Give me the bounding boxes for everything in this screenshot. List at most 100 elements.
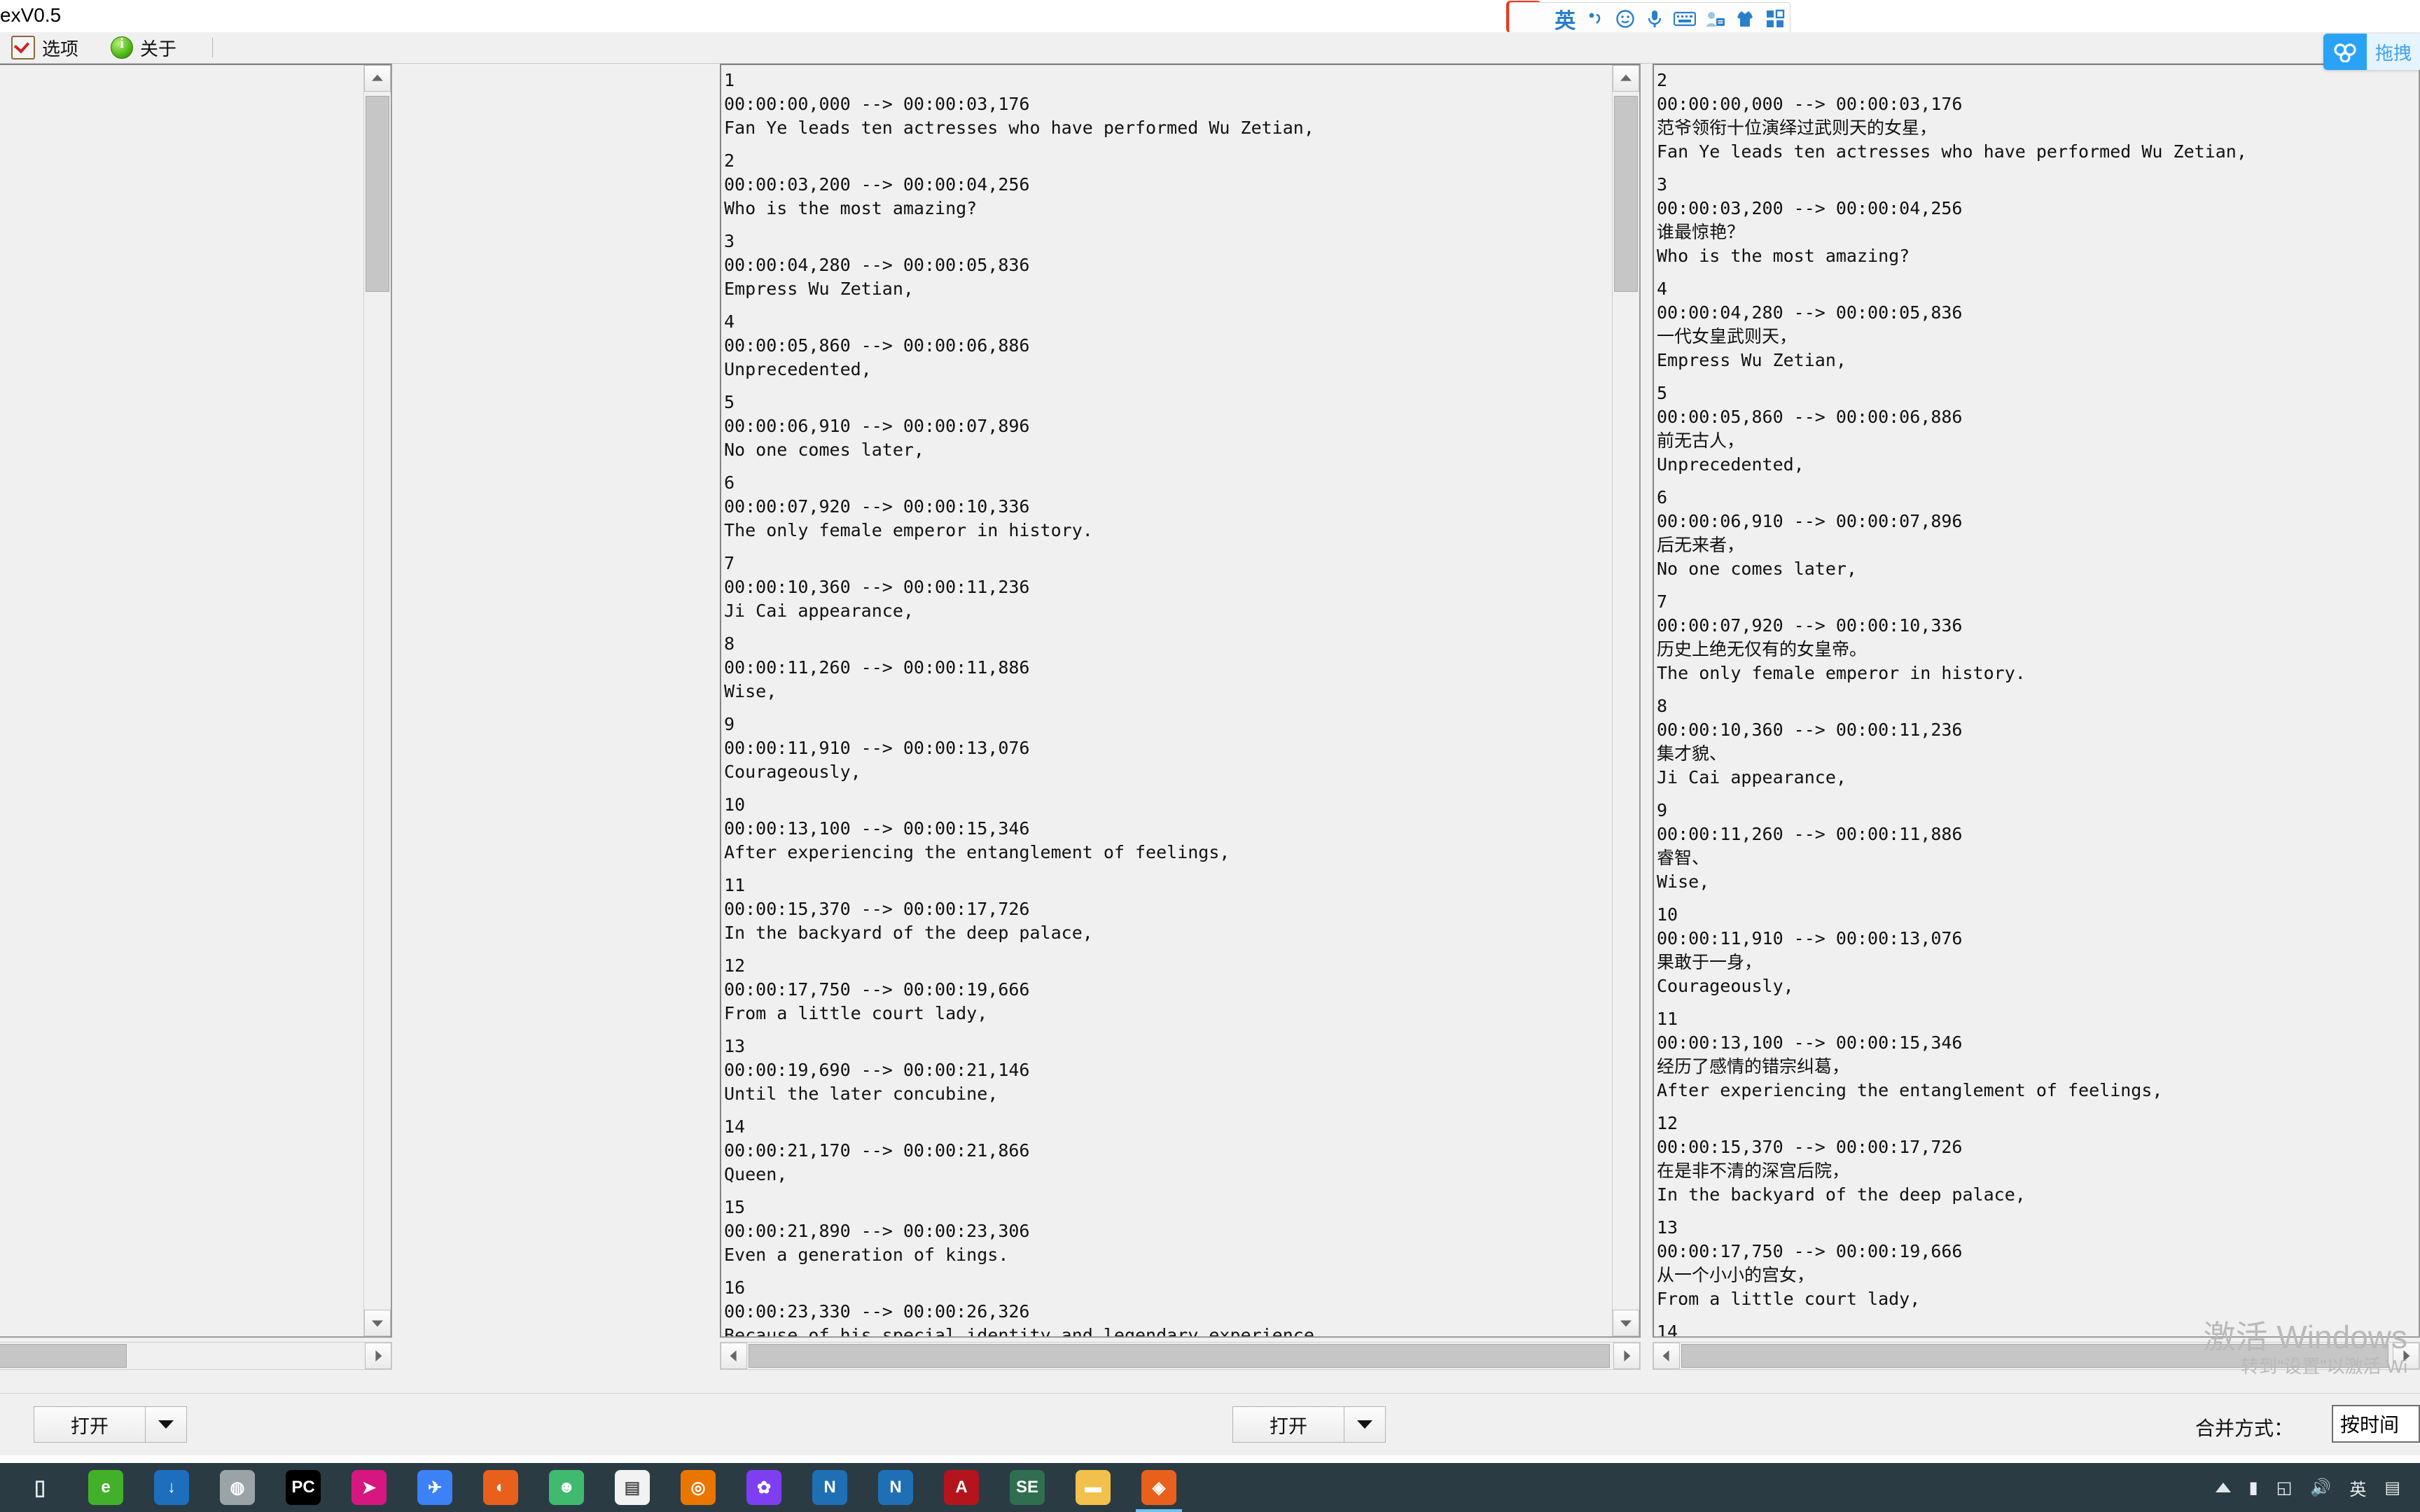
windows-taskbar: ▯ e ↓ ◍ PC ➤ ✈ ◐ ☻ ▤ ◎ ✿ N N A SE ▬ ◈ ▮ ◱ 🔊 英 ▤ xyxy=(0,1463,2420,1512)
left-vertical-scrollbar[interactable] xyxy=(363,65,391,1336)
english-subtitle-text[interactable]: 1 00:00:00,000 --> 00:00:03,176 Fan Ye lea… xyxy=(720,64,1641,1338)
apps-grid-icon[interactable] xyxy=(1760,3,1790,35)
subtitle-timecode: 00:00:21,170 --> 00:00:21,866 xyxy=(724,1140,1030,1161)
subtitle-line: 4, 256 xyxy=(0,163,391,187)
taskbar-item-blender[interactable]: ◎ xyxy=(665,1463,731,1512)
subtitle-line xyxy=(0,1258,391,1282)
open-left-dropdown-arrow[interactable] xyxy=(146,1406,187,1443)
subtitle-text-chinese: 谁最惊艳？ xyxy=(1657,222,1745,242)
scroll-down-button[interactable] xyxy=(1613,1310,1639,1336)
taskbar-item-photoshop-like-app[interactable]: ◍ xyxy=(204,1463,270,1512)
subtitle-block: 2 00:00:00,000 --> 00:00:03,176 范爷领衔十位演绎过武… xyxy=(1657,68,2419,163)
user-card-icon[interactable] xyxy=(1700,3,1730,35)
taskbar-item-cursor-app[interactable]: ➤ xyxy=(336,1463,402,1512)
subtitle-line xyxy=(0,1329,391,1336)
scroll-thumb[interactable] xyxy=(0,1344,127,1368)
scroll-left-button[interactable] xyxy=(1653,1343,1680,1369)
subtitle-timecode: 00:00:13,100 --> 00:00:15,346 xyxy=(724,818,1030,839)
taskbar-item-pycharm[interactable]: PC xyxy=(270,1463,336,1512)
scroll-right-button[interactable] xyxy=(2393,1343,2419,1369)
volume-icon[interactable]: 🔊 xyxy=(2310,1478,2331,1498)
taskbar-item-edge-browser[interactable]: e xyxy=(73,1463,139,1512)
scroll-thumb[interactable] xyxy=(749,1344,1610,1368)
menu-item-options-label: 选项 xyxy=(42,38,79,59)
taskbar-item-notepad[interactable]: ▤ xyxy=(599,1463,665,1512)
right-horizontal-scrollbar[interactable] xyxy=(1653,1342,2420,1370)
taskbar-item-task-view[interactable]: ▯ xyxy=(7,1463,73,1512)
subtitle-index: 3 xyxy=(1657,174,1668,195)
open-center-dropdown-arrow[interactable] xyxy=(1344,1406,1386,1443)
netdisk-drag-widget[interactable]: 拖拽 xyxy=(2323,34,2420,70)
tray-language-indicator[interactable]: 英 xyxy=(2349,1476,2366,1500)
tray-chevron-icon[interactable] xyxy=(2215,1483,2231,1492)
taskbar-item-thunderbird[interactable]: ✈ xyxy=(402,1463,468,1512)
open-center-button-group[interactable]: 打开 xyxy=(1232,1406,1386,1443)
subtitle-block: 3 00:00:03,200 --> 00:00:04,256 谁最惊艳？ Who i… xyxy=(1657,172,2419,267)
taskbar-item-navicat[interactable]: N xyxy=(797,1463,863,1512)
subtitle-timecode: 00:00:23,330 --> 00:00:26,326 xyxy=(724,1301,1030,1322)
merged-subtitle-text[interactable]: 2 00:00:00,000 --> 00:00:03,176 范爷领衔十位演绎过武… xyxy=(1653,64,2420,1338)
taskbar-item-firefox[interactable]: ◐ xyxy=(468,1463,534,1512)
notification-icon[interactable]: ▤ xyxy=(2384,1478,2400,1498)
scroll-thumb[interactable] xyxy=(1614,96,1638,292)
english-subtitle-pane[interactable]: 1 00:00:00,000 --> 00:00:03,176 Fan Ye lea… xyxy=(720,64,1641,1370)
taskbar-item-sublime-editor[interactable]: SE xyxy=(994,1463,1060,1512)
netdisk-widget-label[interactable]: 拖拽 xyxy=(2366,34,2420,70)
baidu-netdisk-icon[interactable] xyxy=(2323,34,2367,70)
subtitle-line xyxy=(0,1163,391,1186)
subtitle-text: Unprecedented, xyxy=(724,359,872,379)
merged-subtitle-pane[interactable]: 2 00:00:00,000 --> 00:00:03,176 范爷领衔十位演绎过武… xyxy=(1653,64,2420,1370)
source-subtitle-text-left[interactable]: 3, 176的女星， 4, 256 5, 836 6, 886 7, 896 0, 336… xyxy=(0,64,392,1338)
microphone-icon[interactable] xyxy=(1640,3,1670,35)
left-horizontal-scrollbar[interactable] xyxy=(0,1342,392,1370)
subtitle-line: 1, 146 xyxy=(0,1210,391,1234)
scroll-up-button[interactable] xyxy=(364,65,391,92)
scroll-down-button[interactable] xyxy=(364,1310,391,1336)
scroll-right-button[interactable] xyxy=(1613,1343,1640,1369)
taskbar-item-srt-merge-tool[interactable]: ◈ xyxy=(1126,1463,1192,1512)
subtitle-line: 的女星， xyxy=(0,92,391,115)
taskbar-item-media-app[interactable]: ✿ xyxy=(731,1463,797,1512)
scroll-thumb[interactable] xyxy=(366,96,389,292)
subtitle-index: 5 xyxy=(1657,383,1668,403)
subtitle-timecode: 00:00:15,370 --> 00:00:17,726 xyxy=(1657,1137,1963,1157)
punctuation-icon[interactable] xyxy=(1580,3,1610,35)
taskbar-item-internet-download-manager[interactable]: ↓ xyxy=(139,1463,204,1512)
merge-mode-select[interactable]: 按时间 xyxy=(2332,1405,2420,1443)
subtitle-block: 11 00:00:13,100 --> 00:00:15,346 经历了感情的错宗纠… xyxy=(1657,1007,2419,1102)
source-subtitle-pane-left[interactable]: 3, 176的女星， 4, 256 5, 836 6, 886 7, 896 0, 336… xyxy=(0,64,392,1370)
open-center-button[interactable]: 打开 xyxy=(1232,1406,1344,1443)
subtitle-line xyxy=(0,401,391,425)
skin-icon[interactable] xyxy=(1730,3,1760,35)
subtitle-line xyxy=(0,211,391,234)
scroll-left-button[interactable] xyxy=(721,1343,747,1369)
taskbar-item-navicat-alt[interactable]: N xyxy=(863,1463,929,1512)
bottom-toolbar: 打开 打开 合并方式： 按时间 xyxy=(0,1393,2420,1455)
ime-toolbar[interactable]: 英 xyxy=(1509,2,1790,36)
menu-item-about[interactable]: 关于 xyxy=(99,32,213,63)
subtitle-text-chinese: 前无古人， xyxy=(1657,430,1745,451)
scroll-thumb[interactable] xyxy=(1681,1344,2388,1368)
subtitle-block: 1400:00:19,690 --> 00:00:21,146直至后来的妃子、U… xyxy=(1657,1320,2419,1336)
network-icon[interactable]: ◱ xyxy=(2276,1478,2293,1498)
subtitle-text-chinese: 在是非不清的深宫后院， xyxy=(1657,1161,1850,1181)
navicat-alt-icon: N xyxy=(878,1470,913,1505)
subtitle-timecode: 00:00:21,890 --> 00:00:23,306 xyxy=(724,1221,1030,1241)
scroll-up-button[interactable] xyxy=(1613,65,1639,92)
subtitle-block: 3 00:00:04,280 --> 00:00:05,836 Empress Wu… xyxy=(724,229,1639,300)
subtitle-index: 1 xyxy=(724,70,735,90)
open-left-button[interactable]: 打开 xyxy=(34,1406,146,1443)
ime-mode-button[interactable]: 英 xyxy=(1550,3,1580,35)
emoji-icon[interactable] xyxy=(1610,3,1640,35)
battery-icon[interactable]: ▮ xyxy=(2249,1478,2258,1498)
taskbar-item-axure[interactable]: A xyxy=(929,1463,994,1512)
taskbar-item-contacts-app[interactable]: ☻ xyxy=(534,1463,599,1512)
merge-mode-value: 按时间 xyxy=(2340,1414,2400,1436)
keyboard-icon[interactable] xyxy=(1670,3,1700,35)
open-left-button-group[interactable]: 打开 xyxy=(34,1406,187,1443)
center-vertical-scrollbar[interactable] xyxy=(1612,65,1639,1336)
center-horizontal-scrollbar[interactable] xyxy=(720,1342,1641,1370)
scroll-right-button[interactable] xyxy=(365,1343,391,1369)
subtitle-text: Until the later concubine, xyxy=(724,1084,999,1104)
taskbar-item-file-explorer[interactable]: ▬ xyxy=(1060,1463,1126,1512)
